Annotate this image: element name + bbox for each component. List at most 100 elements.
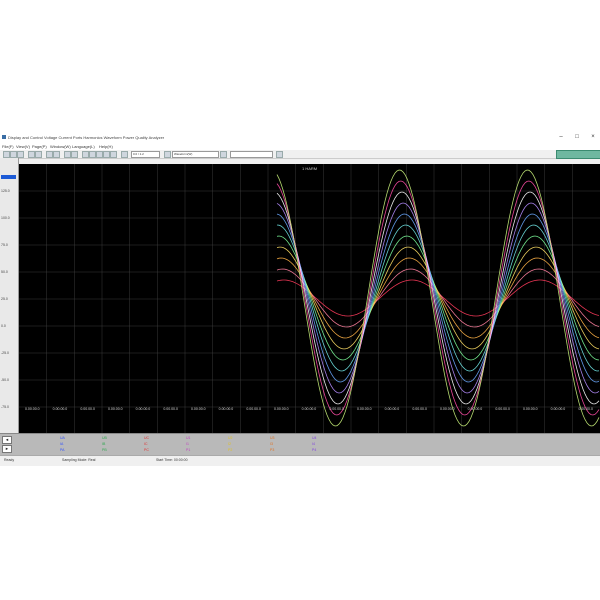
prev-page-button[interactable]: ◄ xyxy=(2,436,12,444)
channel-label-mid[interactable]: I4 xyxy=(312,442,315,446)
channel-label-top[interactable]: U3 xyxy=(270,436,274,440)
time-label: 0.00.00.0 xyxy=(412,407,427,411)
waveform-plot[interactable]: 0.00.00.0 0.00.00.0 0.00.00.0 0.00.00.0 0.00… xyxy=(19,164,600,434)
y-tick-label: 0.0 xyxy=(1,324,6,328)
time-label: 0.00.00.0 xyxy=(25,407,40,411)
time-label: 0.00.00.0 xyxy=(440,407,455,411)
time-label: 0.00.00.0 xyxy=(357,407,372,411)
time-label: 0.00.00.0 xyxy=(108,407,123,411)
play-icon[interactable] xyxy=(82,151,89,158)
zoom-in-icon[interactable] xyxy=(28,151,35,158)
time-label: 0.00.00.0 xyxy=(551,407,566,411)
menu-language[interactable]: Language(L) xyxy=(72,144,95,149)
time-label: 0.00.00.0 xyxy=(136,407,151,411)
channel-control-strip: ◄ ► UA IA PA UB IB PB UC IC PC U1 I1 P1 U2 I2 P2 U3 I3 P3… xyxy=(0,433,600,456)
time-label: 0.00.00.0 xyxy=(329,407,344,411)
open-icon[interactable] xyxy=(3,151,10,158)
minimize-button[interactable]: – xyxy=(554,133,568,142)
y-tick-label: -25.0 xyxy=(1,351,9,355)
channel-label-bot[interactable]: P3 xyxy=(270,448,274,452)
title-bar: Display and Control Voltage Current Port… xyxy=(0,133,600,142)
save-icon[interactable] xyxy=(10,151,17,158)
window-title: Display and Control Voltage Current Port… xyxy=(8,135,165,140)
channel-label-mid[interactable]: IC xyxy=(144,442,148,446)
menu-help[interactable]: Help(H) xyxy=(99,144,113,149)
waveform-canvas[interactable]: 0.00.00.0 0.00.00.0 0.00.00.0 0.00.00.0 0.00… xyxy=(19,164,600,434)
channel-label-mid[interactable]: I2 xyxy=(228,442,231,446)
time-label: 0.00.00.0 xyxy=(80,407,95,411)
search-input[interactable] xyxy=(230,151,273,158)
status-indicator xyxy=(556,150,600,159)
time-label: 0.00.00.0 xyxy=(523,407,538,411)
channel-label-mid[interactable]: IA xyxy=(60,442,63,446)
y-tick-label: 25.0 xyxy=(1,297,8,301)
grid-icon[interactable] xyxy=(64,151,71,158)
settings-icon[interactable] xyxy=(121,151,128,158)
view-mode-select[interactable]: Waveform(W) xyxy=(172,151,219,158)
channel-label-bot[interactable]: PA xyxy=(60,448,64,452)
measure-icon[interactable] xyxy=(53,151,60,158)
record-icon[interactable] xyxy=(103,151,110,158)
time-labels: 0.00.00.0 0.00.00.0 0.00.00.0 0.00.00.0 0.00… xyxy=(25,407,593,411)
print-icon[interactable] xyxy=(17,151,24,158)
y-tick-label: -75.0 xyxy=(1,405,9,409)
y-tick-label: 100.0 xyxy=(1,216,10,220)
channel-icon[interactable] xyxy=(164,151,171,158)
channel-label-top[interactable]: U1 xyxy=(186,436,190,440)
channel-label-mid[interactable]: I1 xyxy=(186,442,189,446)
y-axis-panel: 125.0 100.0 75.0 50.0 25.0 0.0 -25.0 -50… xyxy=(0,158,19,433)
time-range-field[interactable]: 0.0 / 1.2 xyxy=(131,151,160,158)
y-tick-label: -50.0 xyxy=(1,378,9,382)
time-label: 0.00.00.0 xyxy=(163,407,178,411)
menu-page[interactable]: Page(P) xyxy=(32,144,47,149)
status-ready: Ready xyxy=(4,458,15,462)
help-icon[interactable] xyxy=(276,151,283,158)
harmonic-marker-label: 1 HARM xyxy=(302,166,317,171)
close-button[interactable]: × xyxy=(586,133,600,142)
cursor-icon[interactable] xyxy=(46,151,53,158)
app-icon xyxy=(2,135,6,139)
time-label: 0.00.00.0 xyxy=(246,407,261,411)
y-tick-label: 50.0 xyxy=(1,270,8,274)
y-tick-label: 125.0 xyxy=(1,189,10,193)
channel-label-top[interactable]: UB xyxy=(102,436,107,440)
menu-window[interactable]: Window(W) xyxy=(50,144,71,149)
menu-bar: File(F) View(V) Page(P) Window(W) Langua… xyxy=(0,142,600,150)
y-axis-selector[interactable] xyxy=(1,175,16,179)
time-label: 0.00.00.0 xyxy=(219,407,234,411)
waveform-traces xyxy=(276,169,600,427)
time-label: 0.00.00.0 xyxy=(385,407,400,411)
time-label: 0.00.00.0 xyxy=(191,407,206,411)
channel-label-bot[interactable]: PB xyxy=(102,448,107,452)
y-tick-label: 75.0 xyxy=(1,243,8,247)
color-icon[interactable] xyxy=(71,151,78,158)
maximize-button[interactable]: □ xyxy=(570,133,584,142)
channel-label-bot[interactable]: P2 xyxy=(228,448,232,452)
menu-file[interactable]: File(F) xyxy=(2,144,14,149)
channel-label-top[interactable]: U4 xyxy=(312,436,316,440)
next-page-button[interactable]: ► xyxy=(2,445,12,453)
time-label: 0.00.00.0 xyxy=(302,407,317,411)
channel-label-bot[interactable]: P4 xyxy=(312,448,316,452)
status-start-time: Start Time: 00:00:00 xyxy=(156,458,188,462)
menu-view[interactable]: View(V) xyxy=(16,144,30,149)
application-window: Display and Control Voltage Current Port… xyxy=(0,133,600,466)
channel-label-top[interactable]: UC xyxy=(144,436,149,440)
time-label: 0.00.00.0 xyxy=(53,407,68,411)
channel-label-bot[interactable]: P1 xyxy=(186,448,190,452)
channel-label-mid[interactable]: I3 xyxy=(270,442,273,446)
status-sampling-mode: Sampling Mode: Real xyxy=(62,458,96,462)
channel-label-top[interactable]: U2 xyxy=(228,436,232,440)
time-label: 0.00.00.0 xyxy=(578,407,593,411)
channel-label-mid[interactable]: IB xyxy=(102,442,105,446)
status-bar: Ready Sampling Mode: Real Start Time: 00… xyxy=(0,455,600,466)
zoom-out-icon[interactable] xyxy=(35,151,42,158)
channel-label-top[interactable]: UA xyxy=(60,436,65,440)
channel-label-bot[interactable]: PC xyxy=(144,448,149,452)
toolbar: 0.0 / 1.2 Waveform(W) xyxy=(0,150,600,159)
time-label: 0.00.00.0 xyxy=(274,407,289,411)
refresh-icon[interactable] xyxy=(220,151,227,158)
stop-icon[interactable] xyxy=(96,151,103,158)
export-icon[interactable] xyxy=(110,151,117,158)
pause-icon[interactable] xyxy=(89,151,96,158)
